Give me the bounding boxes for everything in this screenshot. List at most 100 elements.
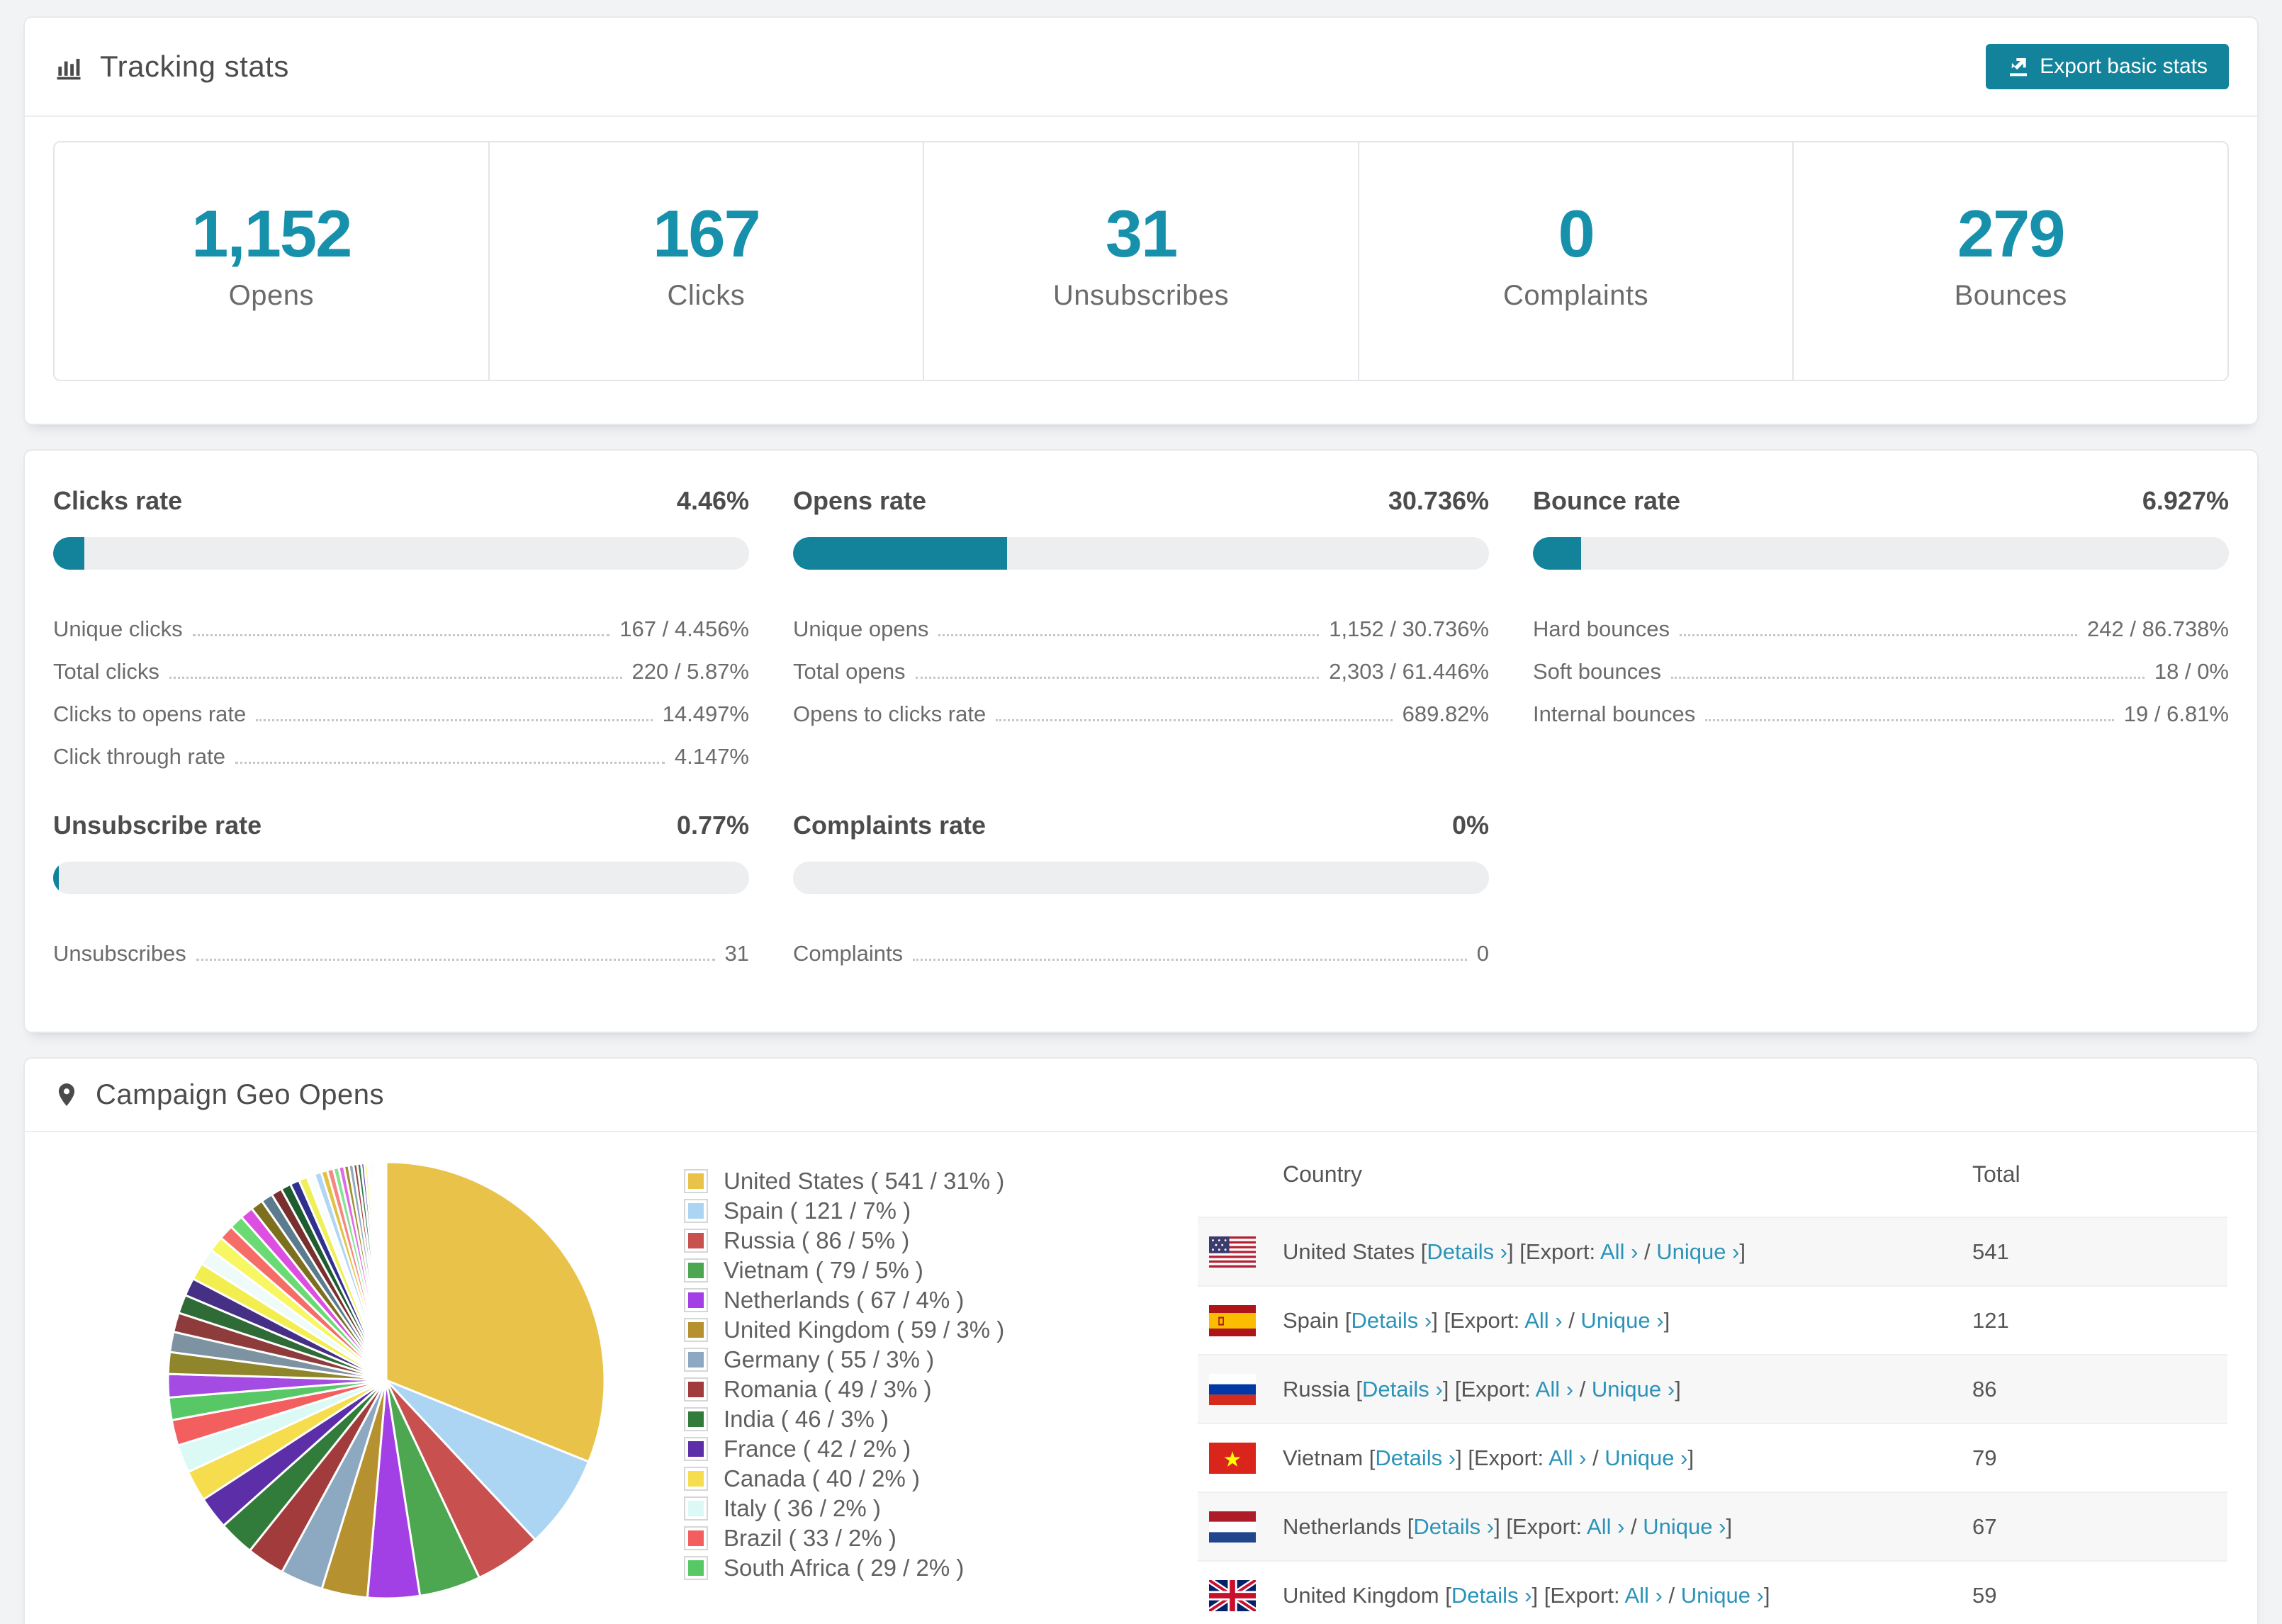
link-punctuation: / bbox=[1573, 1376, 1592, 1402]
legend-swatch bbox=[684, 1556, 708, 1580]
legend-label: Vietnam ( 79 / 5% ) bbox=[724, 1257, 923, 1283]
detail-value: 220 / 5.87% bbox=[631, 659, 749, 684]
legend-item-russia: Russia ( 86 / 5% ) bbox=[684, 1226, 1109, 1256]
stat-label: Opens bbox=[228, 280, 314, 311]
details-link[interactable]: Details › bbox=[1362, 1377, 1443, 1402]
country-cell-text: Russia [Details ›] [Export: All › / Uniq… bbox=[1283, 1377, 1681, 1402]
column-header-country: Country bbox=[1283, 1161, 1363, 1187]
stat-value: 1,152 bbox=[191, 196, 352, 271]
export-unique-link[interactable]: Unique › bbox=[1604, 1445, 1687, 1470]
dotted-leader bbox=[196, 959, 715, 961]
detail-value: 18 / 0% bbox=[2154, 659, 2229, 684]
export-all-link[interactable]: All › bbox=[1524, 1308, 1562, 1333]
country-name: Vietnam bbox=[1283, 1445, 1364, 1470]
dotted-leader bbox=[996, 719, 1393, 721]
link-punctuation: / bbox=[1586, 1445, 1605, 1470]
link-punctuation: / bbox=[1624, 1513, 1643, 1539]
dotted-leader bbox=[938, 634, 1320, 636]
tracking-stats-header: Tracking stats Export basic stats bbox=[25, 18, 2257, 117]
dotted-leader bbox=[256, 719, 653, 721]
rate-progress-bar bbox=[793, 537, 1489, 570]
legend-swatch bbox=[684, 1229, 708, 1253]
detail-value: 0 bbox=[1476, 941, 1489, 966]
legend-item-spain: Spain ( 121 / 7% ) bbox=[684, 1196, 1109, 1226]
rates-card: Clicks rate 4.46% Unique clicks 167 / 4.456… bbox=[23, 449, 2259, 1033]
export-all-link[interactable]: All › bbox=[1536, 1377, 1573, 1402]
link-punctuation: ] [Export: bbox=[1432, 1307, 1525, 1333]
stat-value: 167 bbox=[652, 196, 761, 271]
detail-label: Complaints bbox=[793, 941, 904, 966]
dotted-leader bbox=[1680, 634, 2078, 636]
export-all-link[interactable]: All › bbox=[1587, 1514, 1624, 1539]
legend-item-canada: Canada ( 40 / 2% ) bbox=[684, 1464, 1109, 1494]
column-header-total: Total bbox=[1972, 1161, 2020, 1187]
legend-swatch bbox=[684, 1407, 708, 1431]
link-punctuation: ] bbox=[1663, 1307, 1670, 1333]
detail-label: Unsubscribes bbox=[53, 941, 186, 966]
rate-block-complaints-rate: Complaints rate 0% Complaints 0 bbox=[793, 811, 1489, 968]
rate-progress-bar bbox=[793, 862, 1489, 894]
export-all-link[interactable]: All › bbox=[1624, 1583, 1662, 1608]
rate-detail-row: Click through rate 4.147% bbox=[53, 728, 749, 771]
stat-value: 279 bbox=[1957, 196, 2066, 271]
export-unique-link[interactable]: Unique › bbox=[1643, 1514, 1726, 1539]
legend-label: Spain ( 121 / 7% ) bbox=[724, 1197, 911, 1224]
export-unique-link[interactable]: Unique › bbox=[1681, 1583, 1764, 1608]
dotted-leader bbox=[1670, 677, 2145, 679]
legend-swatch bbox=[684, 1526, 708, 1550]
total-value: 67 bbox=[1972, 1513, 1997, 1539]
export-basic-stats-button[interactable]: Export basic stats bbox=[1986, 44, 2229, 89]
rate-progress-bar bbox=[53, 537, 749, 570]
stat-label: Unsubscribes bbox=[1052, 280, 1230, 311]
rate-detail-row: Unique clicks 167 / 4.456% bbox=[53, 601, 749, 643]
legend-item-south-africa: South Africa ( 29 / 2% ) bbox=[684, 1553, 1109, 1583]
link-punctuation: [ bbox=[1401, 1513, 1414, 1539]
export-unique-link[interactable]: Unique › bbox=[1580, 1308, 1663, 1333]
legend-item-brazil: Brazil ( 33 / 2% ) bbox=[684, 1523, 1109, 1553]
details-link[interactable]: Details › bbox=[1451, 1583, 1532, 1608]
flag-us-icon bbox=[1209, 1236, 1256, 1268]
link-punctuation: ] [Export: bbox=[1442, 1376, 1536, 1402]
details-link[interactable]: Details › bbox=[1375, 1445, 1456, 1470]
geo-table-wrap: Country Total United States [Details ›] … bbox=[1198, 1132, 2227, 1624]
legend-label: India ( 46 / 3% ) bbox=[724, 1406, 889, 1432]
country-cell-text: Spain [Details ›] [Export: All › / Uniqu… bbox=[1283, 1308, 1670, 1333]
rate-progress-bar bbox=[53, 862, 749, 894]
rate-title: Unsubscribe rate bbox=[53, 811, 262, 840]
flag-nl-icon bbox=[1209, 1511, 1256, 1543]
rate-value: 0% bbox=[1451, 811, 1489, 840]
legend-label: Russia ( 86 / 5% ) bbox=[724, 1227, 910, 1253]
rate-detail-row: Unique opens 1,152 / 30.736% bbox=[793, 601, 1489, 643]
rates-grid: Clicks rate 4.46% Unique clicks 167 / 4.456… bbox=[53, 486, 2229, 968]
export-unique-link[interactable]: Unique › bbox=[1656, 1239, 1739, 1264]
geo-header: Campaign Geo Opens bbox=[25, 1059, 2257, 1132]
details-link[interactable]: Details › bbox=[1413, 1514, 1494, 1539]
detail-label: Unique opens bbox=[793, 616, 929, 641]
legend-swatch bbox=[684, 1437, 708, 1461]
rate-value: 0.77% bbox=[676, 811, 749, 840]
legend-item-netherlands: Netherlands ( 67 / 4% ) bbox=[684, 1285, 1109, 1315]
country-cell-text: Vietnam [Details ›] [Export: All › / Uni… bbox=[1283, 1445, 1694, 1471]
flag-gb-icon bbox=[1209, 1579, 1256, 1611]
geo-body: United States ( 541 / 31% ) Spain ( 121 /… bbox=[25, 1132, 2257, 1624]
export-all-link[interactable]: All › bbox=[1600, 1239, 1638, 1264]
details-link[interactable]: Details › bbox=[1351, 1308, 1432, 1333]
detail-value: 19 / 6.81% bbox=[2123, 701, 2229, 726]
legend-item-germany: Germany ( 55 / 3% ) bbox=[684, 1345, 1109, 1375]
details-link[interactable]: Details › bbox=[1427, 1239, 1507, 1264]
country-cell-text: Netherlands [Details ›] [Export: All › /… bbox=[1283, 1514, 1732, 1540]
link-punctuation: ] [Export: bbox=[1494, 1513, 1587, 1539]
stat-opens: 1,152 Opens bbox=[55, 142, 488, 380]
detail-label: Unique clicks bbox=[53, 616, 183, 641]
total-value: 59 bbox=[1972, 1582, 1997, 1608]
geo-pie-chart[interactable] bbox=[159, 1154, 613, 1607]
dotted-leader bbox=[169, 677, 622, 679]
table-row-spain: Spain [Details ›] [Export: All › / Uniqu… bbox=[1198, 1286, 2227, 1355]
export-all-link[interactable]: All › bbox=[1548, 1445, 1586, 1470]
link-punctuation: / bbox=[1638, 1239, 1657, 1264]
campaign-geo-opens-card: Campaign Geo Opens United States ( 541 /… bbox=[23, 1057, 2259, 1624]
legend-item-united-kingdom: United Kingdom ( 59 / 3% ) bbox=[684, 1315, 1109, 1345]
total-value: 541 bbox=[1972, 1239, 2009, 1264]
rate-block-bounce-rate: Bounce rate 6.927% Hard bounces 242 / 86.73… bbox=[1533, 486, 2229, 771]
export-unique-link[interactable]: Unique › bbox=[1592, 1377, 1675, 1402]
